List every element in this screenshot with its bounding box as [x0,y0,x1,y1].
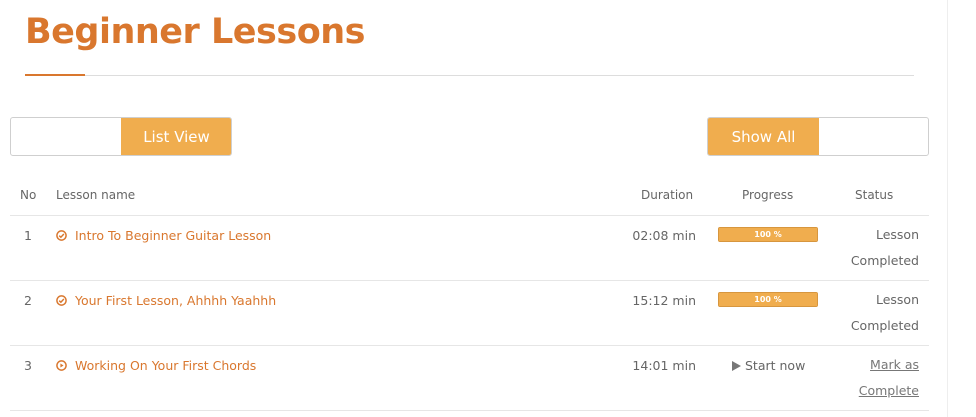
play-icon [732,360,741,371]
lesson-duration: 15:12 min [632,293,696,308]
lesson-link[interactable]: Intro To Beginner Guitar Lesson [56,228,271,243]
progress-bar: 100 % [718,227,818,242]
page-title: Beginner Lessons [25,12,365,52]
lesson-duration: 14:01 min [632,358,696,373]
table-row: 1 Intro To Beginner Guitar Lesson 02:08 … [10,216,929,281]
mark-complete-link[interactable]: Mark as Complete [859,352,919,404]
list-view-button[interactable]: List View [121,118,231,155]
start-now-label[interactable]: Start now [745,358,805,373]
lesson-duration: 02:08 min [632,228,696,243]
status-line-1: Lesson [875,227,919,242]
check-circle-icon [56,230,67,241]
table-row: 2 Your First Lesson, Ahhhh Yaahhh 15:12 … [10,281,929,346]
filter-toggle: Show All [707,117,929,156]
column-header-progress: Progress [742,188,794,202]
status-line-1[interactable]: Mark as [859,352,919,378]
page-edge-line [947,0,948,417]
title-divider [25,75,914,76]
column-header-status: Status [855,188,894,202]
view-toggle: List View [10,117,232,156]
row-divider [10,410,929,411]
lesson-link[interactable]: Working On Your First Chords [56,358,256,373]
lesson-status: Lesson Completed [851,287,919,339]
title-divider-accent [25,74,85,76]
lesson-number: 2 [24,293,32,308]
column-header-lesson-name: Lesson name [56,188,136,202]
lesson-status: Lesson Completed [851,222,919,274]
progress-label: 100 % [754,295,782,304]
column-header-no: No [20,188,37,202]
table-row: 3 Working On Your First Chords 14:01 min… [10,346,929,411]
lesson-name[interactable]: Working On Your First Chords [75,358,256,373]
status-line-2: Completed [850,253,919,268]
start-now-link[interactable]: Start now [732,358,805,373]
lesson-name[interactable]: Your First Lesson, Ahhhh Yaahhh [75,293,276,308]
status-line-1: Lesson [875,292,919,307]
lesson-number: 1 [24,228,32,243]
filter-toggle-empty-segment[interactable] [819,118,928,155]
column-header-duration: Duration [641,188,694,202]
check-circle-icon [56,295,67,306]
lesson-number: 3 [24,358,32,373]
progress-bar: 100 % [718,292,818,307]
status-line-2[interactable]: Complete [859,378,919,404]
view-toggle-empty-segment[interactable] [11,118,122,155]
progress-label: 100 % [754,230,782,239]
lesson-name[interactable]: Intro To Beginner Guitar Lesson [75,228,271,243]
lesson-link[interactable]: Your First Lesson, Ahhhh Yaahhh [56,293,276,308]
status-line-2: Completed [850,318,919,333]
show-all-button[interactable]: Show All [708,118,819,155]
play-circle-icon [56,360,67,371]
